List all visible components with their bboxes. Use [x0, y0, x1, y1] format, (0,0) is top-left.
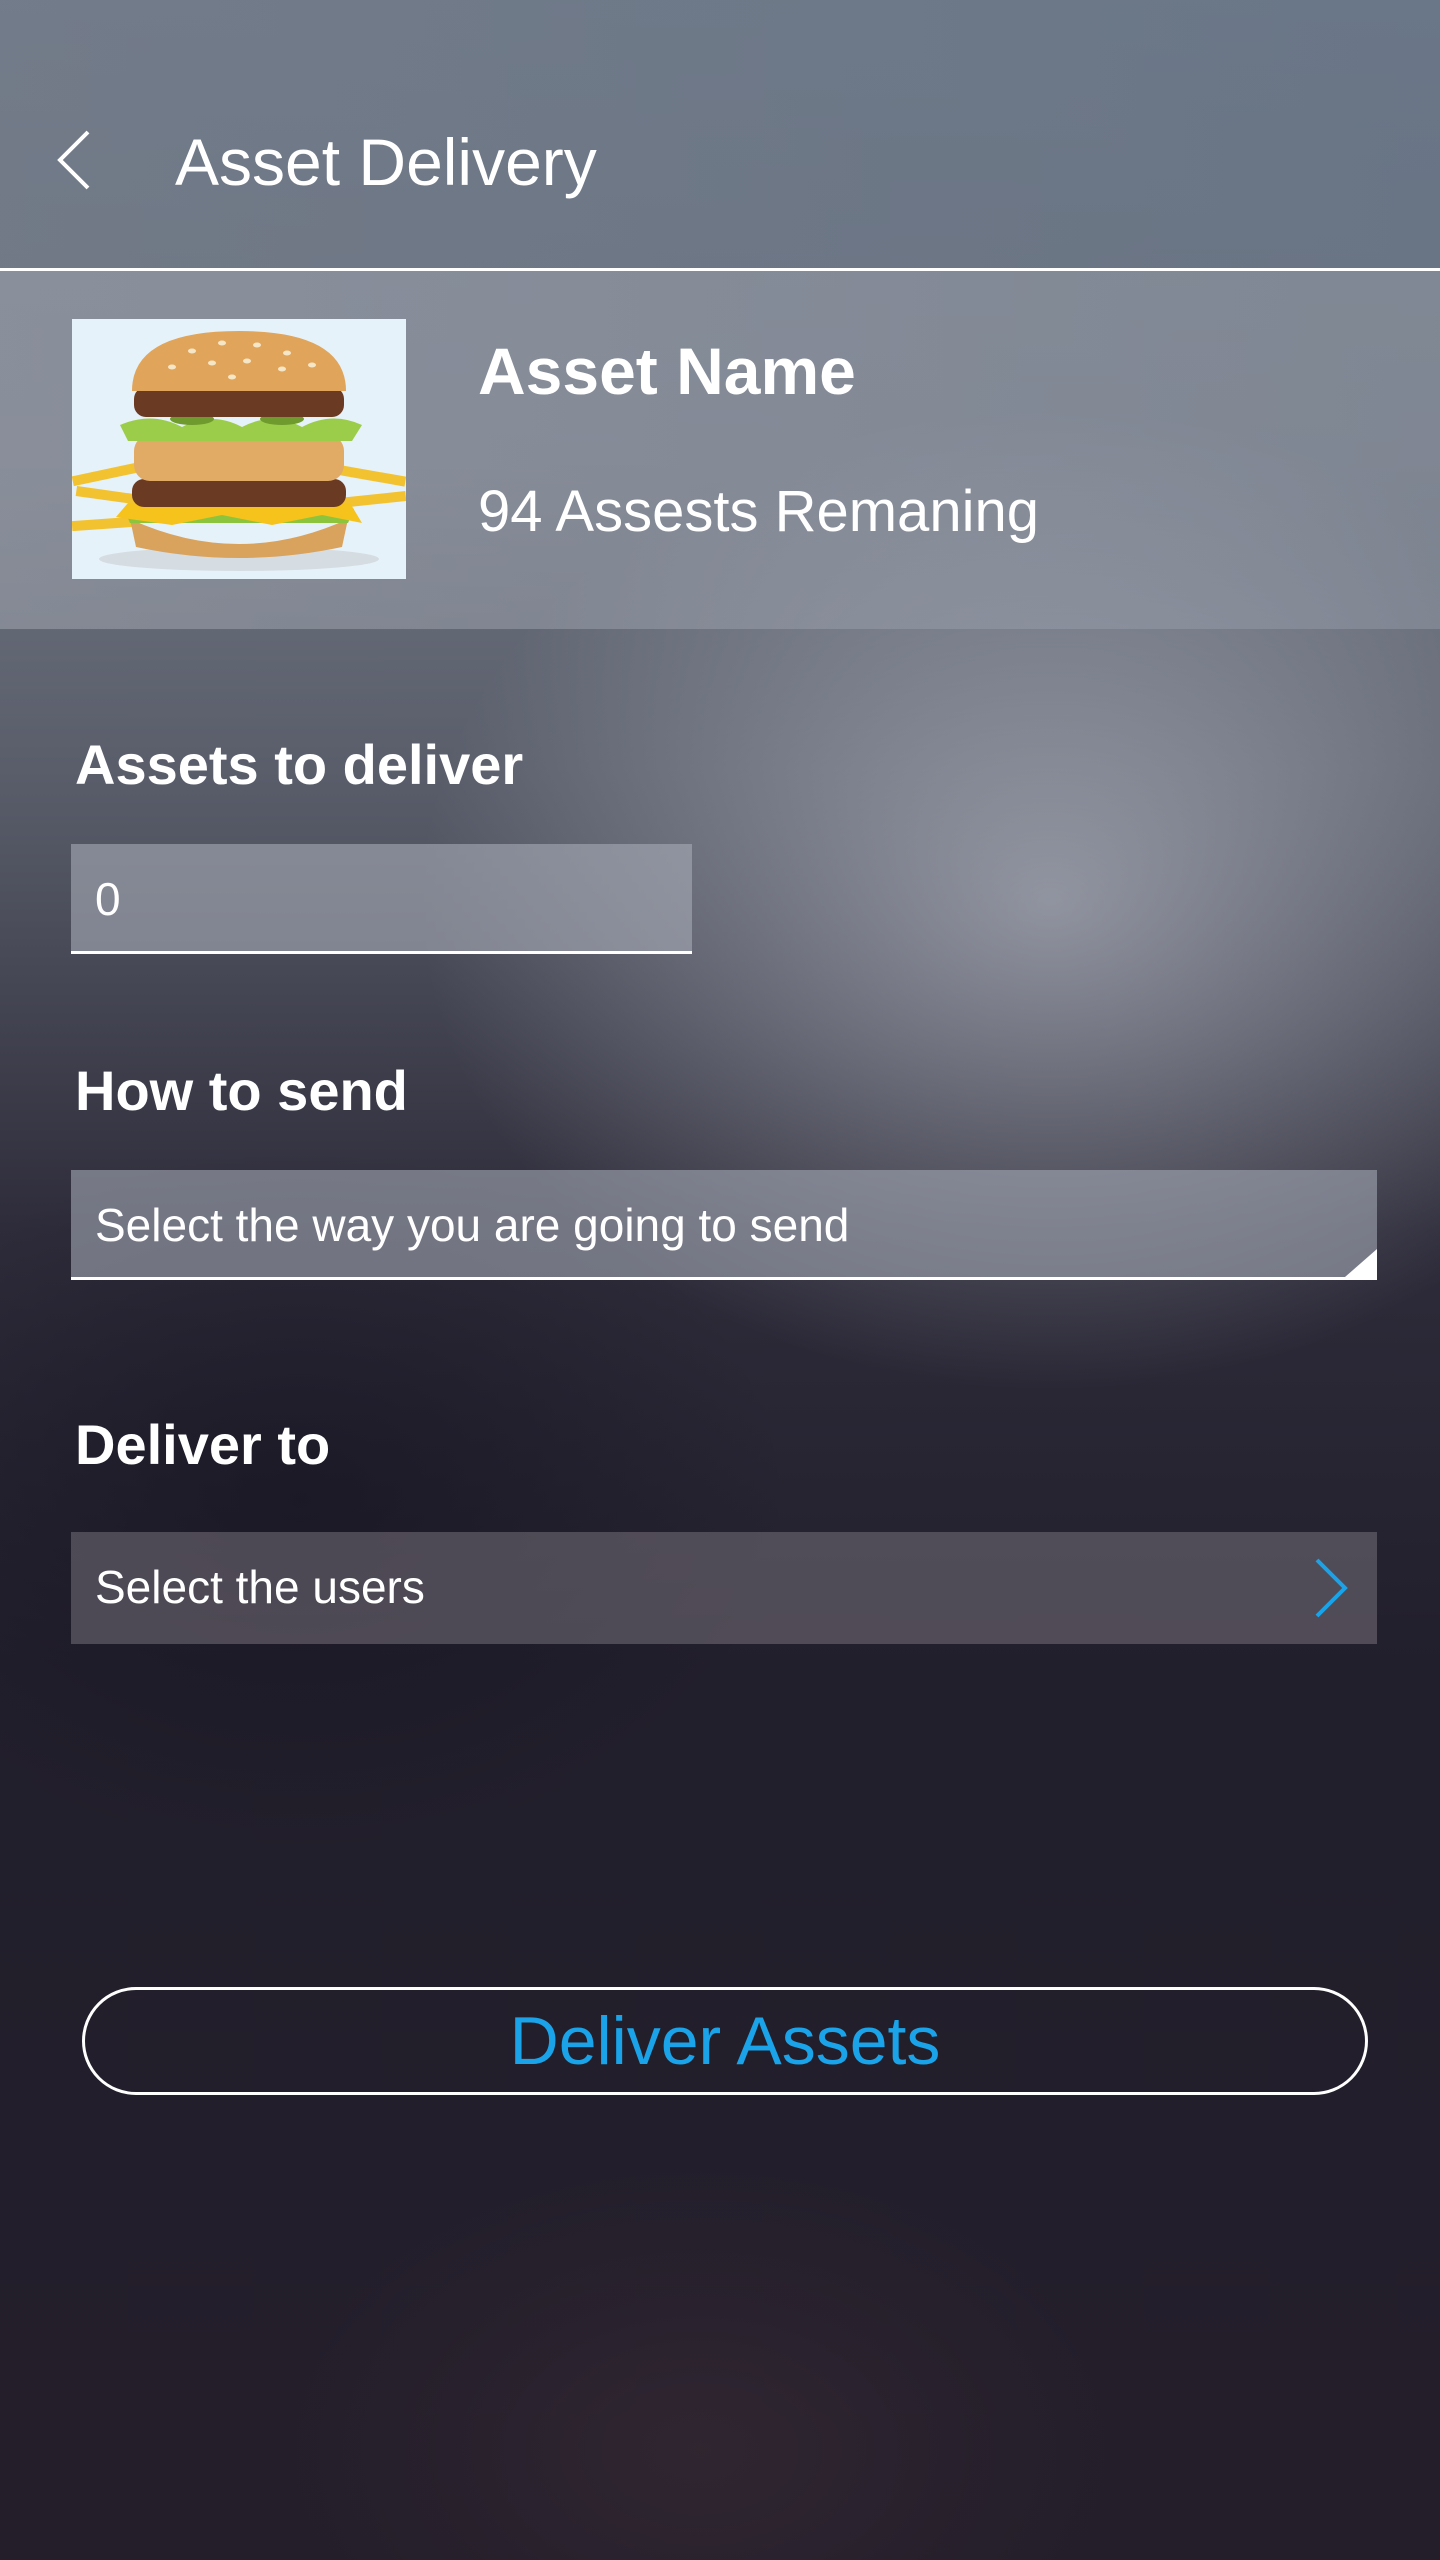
- deliver-to-label: Deliver to: [75, 1413, 331, 1476]
- send-method-placeholder: Select the way you are going to send: [95, 1199, 850, 1251]
- burger-image: [72, 319, 406, 579]
- quantity-label: Assets to deliver: [75, 733, 524, 796]
- dropdown-corner-icon: [1345, 1249, 1377, 1277]
- chevron-left-icon: [57, 130, 90, 190]
- top-bar: Asset Delivery: [0, 0, 1440, 271]
- deliver-assets-button[interactable]: Deliver Assets: [82, 1987, 1368, 2095]
- quantity-input[interactable]: 0: [71, 844, 692, 954]
- back-button[interactable]: [52, 128, 100, 192]
- assets-remaining-count: 94 Assests Remaning: [478, 479, 1039, 544]
- asset-name: Asset Name: [478, 334, 856, 408]
- send-method-label: How to send: [75, 1059, 408, 1122]
- select-users-placeholder: Select the users: [95, 1561, 425, 1613]
- page-title: Asset Delivery: [175, 125, 597, 199]
- asset-thumbnail: [72, 319, 406, 579]
- send-method-select[interactable]: Select the way you are going to send: [71, 1170, 1377, 1280]
- asset-summary-card: Asset Name 94 Assests Remaning: [0, 271, 1440, 629]
- chevron-right-icon: [1315, 1558, 1348, 1618]
- select-users-row[interactable]: Select the users: [71, 1532, 1377, 1644]
